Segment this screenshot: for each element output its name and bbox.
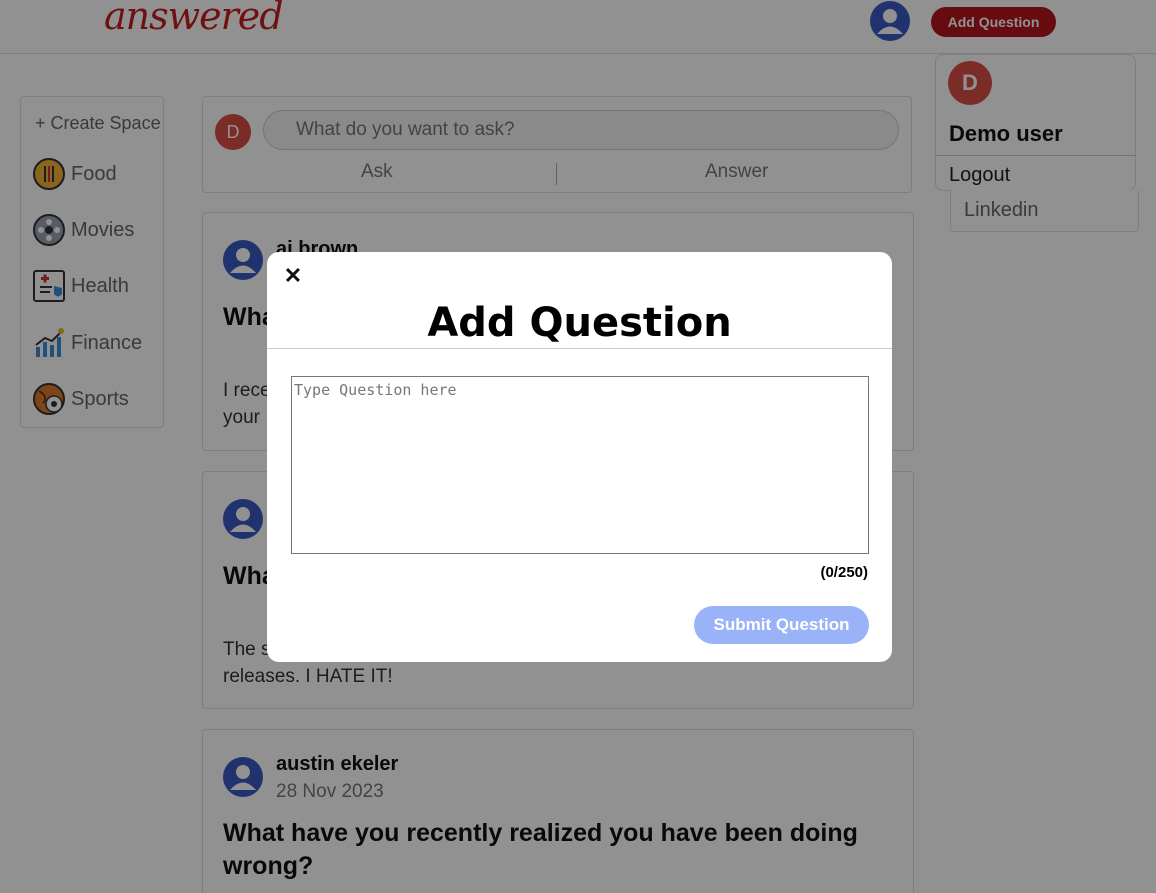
submit-question-button[interactable]: Submit Question: [694, 606, 869, 644]
modal-title: Add Question: [427, 300, 732, 346]
modal-divider: [267, 348, 892, 349]
add-question-modal: ✕ Add Question (0/250) Submit Question: [267, 252, 892, 662]
question-textarea[interactable]: [291, 376, 869, 554]
char-count: (0/250): [820, 564, 868, 581]
close-icon[interactable]: ✕: [283, 263, 303, 288]
